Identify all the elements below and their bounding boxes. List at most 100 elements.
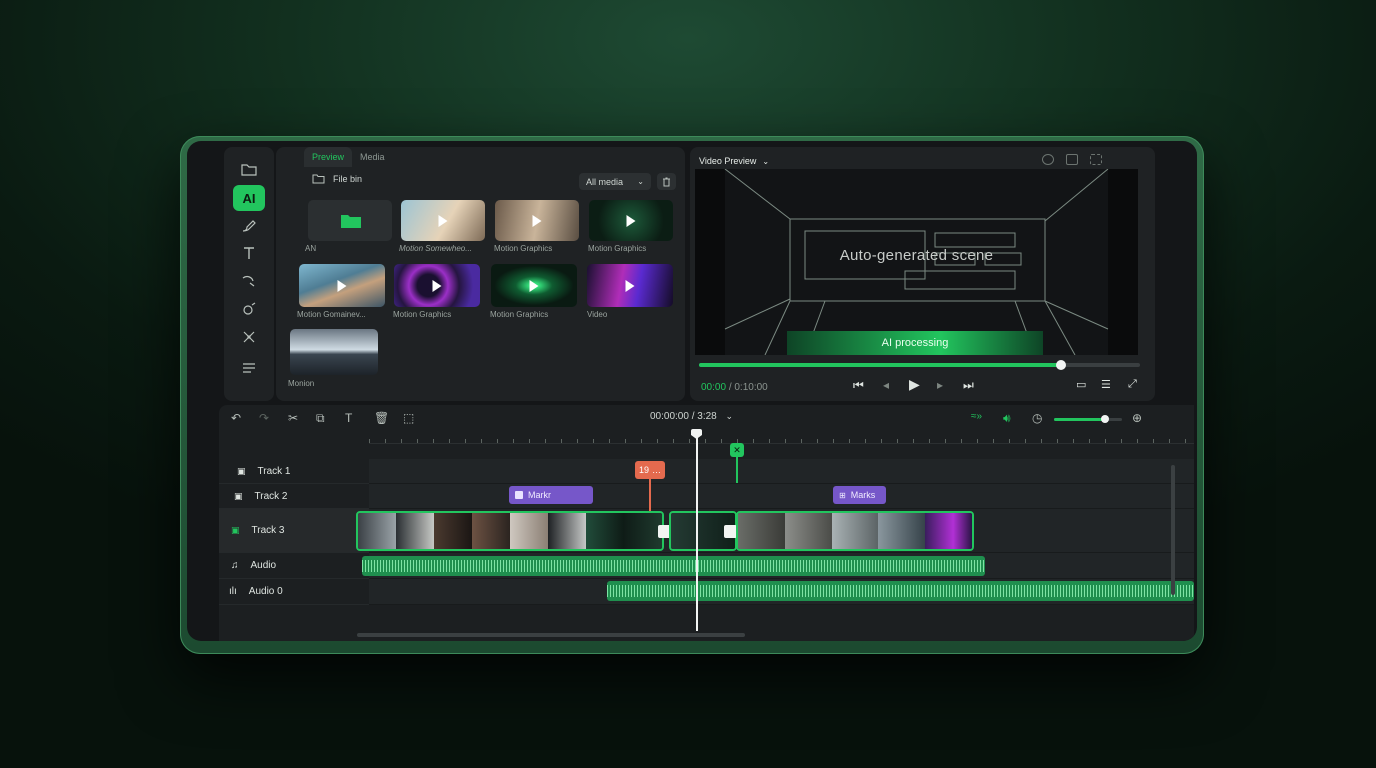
- editor-screen: AI Preview Media File bin All media ⌄ AN…: [187, 141, 1197, 641]
- warning-marker-label: 19: [638, 465, 649, 475]
- media-thumb[interactable]: [394, 264, 480, 307]
- media-thumb-folder[interactable]: [308, 200, 392, 241]
- clock-icon[interactable]: ◷: [1032, 411, 1042, 425]
- brush-icon[interactable]: [233, 213, 265, 239]
- audio-waveform[interactable]: [362, 556, 985, 576]
- settings-sliders-icon[interactable]: ☰: [1101, 378, 1111, 391]
- text-icon[interactable]: [233, 240, 265, 266]
- media-thumb[interactable]: [401, 200, 485, 241]
- video-scrubber[interactable]: [699, 360, 1140, 370]
- ai-processing-label: AI processing: [881, 337, 949, 349]
- text-tool-icon[interactable]: T: [345, 411, 352, 425]
- time-ruler[interactable]: [369, 430, 1194, 444]
- ai-button[interactable]: AI: [233, 185, 265, 211]
- media-thumb[interactable]: [589, 200, 673, 241]
- zoom-slider-handle[interactable]: [1101, 415, 1109, 423]
- marker-label: Marks: [850, 490, 876, 500]
- track-header[interactable]: ılı Audio 0: [219, 579, 369, 605]
- folder-icon[interactable]: [233, 156, 265, 182]
- video-preview-title[interactable]: Video Preview ⌄: [699, 156, 769, 166]
- crop-icon[interactable]: ⬚: [403, 411, 414, 425]
- zoom-slider[interactable]: [1054, 415, 1122, 423]
- download-icon[interactable]: [1042, 154, 1054, 165]
- pen-icon[interactable]: [233, 268, 265, 294]
- track-lane[interactable]: [369, 459, 1194, 484]
- skip-back-icon[interactable]: ⏮: [853, 378, 864, 393]
- current-time: 00:00: [701, 382, 727, 393]
- delete-icon[interactable]: 🗑: [374, 411, 389, 425]
- timeline-timecode[interactable]: 00:00:00 / 3:28 ⌄: [650, 411, 733, 422]
- media-caption: Motion Somewheo...: [399, 244, 472, 253]
- menu-icon[interactable]: [233, 354, 265, 380]
- timeline-panel: ↶ ↷ ✂ ⧉ T 🗑 ⬚ 00:00:00 / 3:28 ⌄ ≈» 🔊︎ ◷ …: [219, 405, 1194, 641]
- fullscreen-icon[interactable]: [1090, 154, 1102, 165]
- trash-button[interactable]: [657, 173, 676, 190]
- timeline-marker[interactable]: Markr: [509, 486, 593, 504]
- track-header[interactable]: ▣ Track 2: [219, 484, 369, 509]
- media-caption: Monion: [288, 379, 315, 388]
- vertical-scrollbar[interactable]: [1171, 465, 1175, 595]
- video-clip[interactable]: [736, 511, 974, 551]
- tab-media[interactable]: Media: [352, 147, 393, 167]
- play-button[interactable]: ▶: [909, 376, 920, 393]
- track-icon: ▣: [234, 490, 243, 501]
- zoom-in-icon[interactable]: ⊕: [1132, 411, 1142, 425]
- track-header[interactable]: ♫ Audio: [219, 553, 369, 579]
- warning-marker[interactable]: 19 …: [635, 461, 665, 479]
- track-icon: ▣: [237, 465, 246, 476]
- step-forward-icon[interactable]: ▸: [937, 378, 943, 392]
- expand-icon[interactable]: ⤢: [1128, 378, 1137, 391]
- ai-button-label: AI: [242, 190, 256, 206]
- video-preview-title-text: Video Preview: [699, 156, 757, 166]
- media-caption: Motion Graphics: [588, 244, 647, 253]
- media-thumb[interactable]: [299, 264, 385, 307]
- volume-icon[interactable]: 🔊︎: [1003, 411, 1011, 426]
- video-clip[interactable]: [356, 511, 664, 551]
- timeline-marker[interactable]: ⊞ Marks: [833, 486, 886, 504]
- media-thumb[interactable]: [491, 264, 577, 307]
- scrubber-handle[interactable]: [1055, 360, 1066, 370]
- duplicate-icon[interactable]: ⧉: [316, 411, 325, 426]
- ai-wave-icon[interactable]: ≈»: [971, 411, 982, 422]
- nodes-icon[interactable]: [233, 324, 265, 350]
- chevron-down-icon: ⌄: [637, 177, 644, 186]
- window-icon[interactable]: [1066, 154, 1078, 165]
- track-name: Audio 0: [248, 586, 283, 597]
- caption-icon[interactable]: ▭: [1076, 378, 1086, 391]
- media-tabs: Preview Media: [304, 147, 393, 167]
- ai-processing-bar: AI processing: [787, 331, 1043, 355]
- media-thumb[interactable]: [495, 200, 579, 241]
- playhead[interactable]: [696, 433, 698, 631]
- tab-preview[interactable]: Preview: [304, 147, 353, 167]
- media-caption: Video: [587, 310, 608, 319]
- track-lane[interactable]: [369, 484, 1194, 509]
- video-preview-panel: Video Preview ⌄ Auto-generated scene AI …: [690, 147, 1155, 401]
- trash-icon: [663, 177, 670, 186]
- track-header[interactable]: ▣ Track 1: [219, 459, 369, 484]
- horizontal-scrollbar[interactable]: [357, 633, 745, 637]
- media-filter-dropdown[interactable]: All media ⌄: [579, 173, 651, 190]
- media-caption: AN: [305, 244, 317, 253]
- play-icon: [438, 214, 448, 227]
- media-caption: Motion Graphics: [393, 310, 452, 319]
- tablet-device: AI Preview Media File bin All media ⌄ AN…: [180, 136, 1204, 654]
- chevron-down-icon: ⌄: [762, 156, 770, 166]
- scissors-icon[interactable]: ✂: [288, 411, 298, 425]
- step-back-icon[interactable]: ◂: [883, 378, 889, 392]
- video-frame[interactable]: Auto-generated scene AI processing: [695, 169, 1138, 355]
- keyframe-x-icon[interactable]: ✕: [730, 443, 744, 457]
- media-thumb[interactable]: [587, 264, 673, 307]
- undo-icon[interactable]: ↶: [231, 411, 241, 425]
- file-bin-label: File bin: [333, 174, 363, 184]
- magic-icon[interactable]: [233, 296, 265, 322]
- skip-forward-icon[interactable]: ⏭: [963, 378, 974, 393]
- media-caption: Motion Graphics: [490, 310, 549, 319]
- track-header[interactable]: ▣ Track 3: [219, 509, 369, 553]
- marker-icon: [515, 491, 523, 499]
- media-thumb[interactable]: [290, 329, 378, 375]
- media-caption: Motion Graphics: [494, 244, 553, 253]
- tool-sidebar: AI: [224, 147, 274, 401]
- track-name: Audio: [250, 560, 277, 571]
- file-bin[interactable]: File bin: [312, 174, 362, 184]
- redo-icon[interactable]: ↷: [259, 411, 269, 425]
